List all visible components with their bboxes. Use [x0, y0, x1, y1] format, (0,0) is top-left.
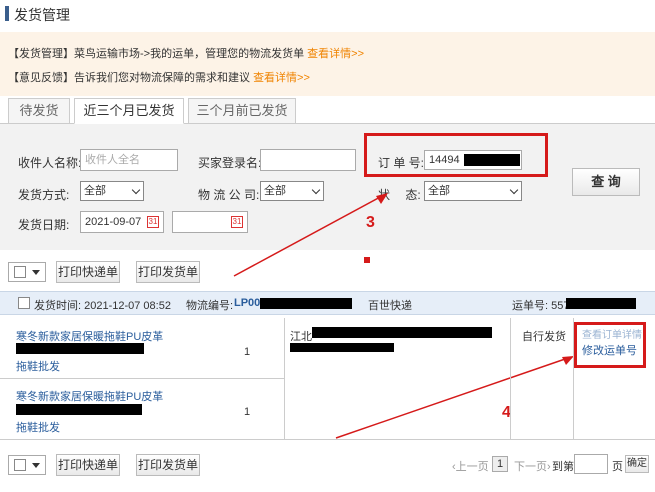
next-page-label: 下一页 [514, 461, 547, 473]
current-page[interactable]: 1 [492, 456, 508, 472]
arrowhead-icon [376, 193, 388, 204]
carrier-name: 百世快递 [368, 300, 412, 312]
item-qty: 1 [244, 346, 251, 358]
redaction-bar [16, 404, 142, 415]
modify-highlight-box [574, 322, 646, 368]
ship-time: 发货时间: 2021-12-07 08:52 [34, 300, 171, 312]
item-title-link[interactable]: 寒冬新款家居保暖拖鞋PU皮革 [16, 388, 163, 404]
print-express-button[interactable]: 打印快递单 [56, 261, 120, 283]
order-checkbox[interactable] [18, 297, 30, 309]
item-title-link[interactable]: 寒冬新款家居保暖拖鞋PU皮革 [16, 328, 163, 344]
select-all-checkbox[interactable] [14, 459, 26, 471]
redaction-bar [16, 343, 144, 354]
select-all-checkbox[interactable] [14, 266, 26, 278]
ship-mode: 自行发货 [522, 331, 566, 343]
select-all-dropdown[interactable] [8, 455, 46, 475]
redaction-bar [290, 343, 394, 352]
print-express-button[interactable]: 打印快递单 [56, 454, 120, 476]
waybill-label: 运单号: 557 [512, 300, 570, 312]
select-all-dropdown[interactable] [8, 262, 46, 282]
order-header: 发货时间: 2021-12-07 08:52 物流编号: LP00 百世快递 运… [0, 291, 655, 315]
annotation-label-3: 3 [366, 214, 375, 231]
bottom-toolbar: 打印快递单 打印发货单 ‹上一页 1 下一页› 到第 页 确定 [0, 450, 655, 480]
goto-label: 到第 [552, 461, 574, 473]
address-text: 江北 [290, 331, 312, 343]
logistics-no-label: 物流编号: [186, 300, 234, 312]
redaction-bar [566, 298, 636, 309]
prev-page-label: 上一页 [455, 461, 489, 473]
logistics-no: LP00 [234, 297, 261, 309]
caret-down-icon [32, 463, 40, 468]
print-invoice-button[interactable]: 打印发货单 [136, 454, 200, 476]
row-divider [0, 378, 284, 379]
goto-page-input[interactable] [574, 454, 608, 474]
print-invoice-button[interactable]: 打印发货单 [136, 261, 200, 283]
item-qty: 1 [244, 406, 251, 418]
column-divider [510, 318, 511, 440]
prev-page-button[interactable]: ‹上一页 [452, 458, 489, 474]
page-unit-label: 页 [612, 461, 623, 473]
redaction-bar [260, 298, 352, 309]
order-items: 寒冬新款家居保暖拖鞋PU皮革 拖鞋批发 1 寒冬新款家居保暖拖鞋PU皮革 拖鞋批… [0, 318, 655, 440]
item-suffix-link[interactable]: 拖鞋批发 [16, 419, 60, 435]
redaction-bar [312, 327, 492, 338]
top-toolbar: 打印快递单 打印发货单 [0, 256, 655, 286]
caret-down-icon [32, 270, 40, 275]
item-suffix-link[interactable]: 拖鞋批发 [16, 358, 60, 374]
column-divider [284, 318, 285, 440]
next-page-button[interactable]: 下一页› [514, 458, 551, 474]
confirm-page-button[interactable]: 确定 [625, 455, 649, 473]
